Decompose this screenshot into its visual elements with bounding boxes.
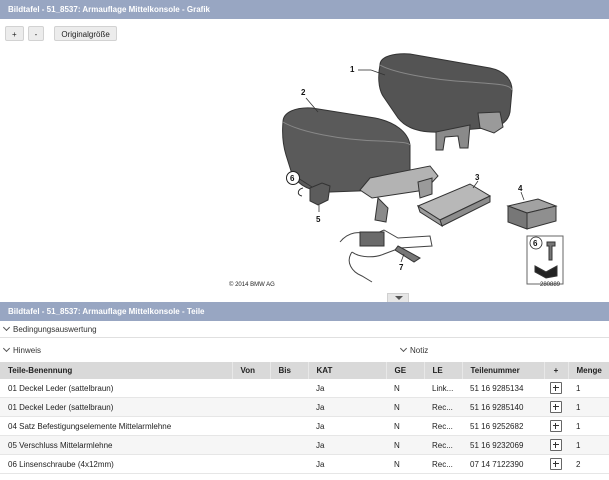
column-header-part-number[interactable]: Teilenummer xyxy=(462,362,545,379)
add-to-cart-icon[interactable] xyxy=(550,439,562,451)
part-number-cell: 07 14 7122390 xyxy=(462,454,544,474)
kat-cell: Ja xyxy=(308,454,386,474)
table-row[interactable]: 06 Linsenschraube (4x12mm) Ja N Rec... 0… xyxy=(0,454,609,474)
to-cell xyxy=(270,397,308,417)
conditions-label: Bedingungsauswertung xyxy=(13,325,97,334)
part-name-cell: 06 Linsenschraube (4x12mm) xyxy=(0,454,232,474)
hint-label: Hinweis xyxy=(13,346,42,355)
le-cell: Rec... xyxy=(424,435,462,455)
le-cell: Rec... xyxy=(424,397,462,417)
callout-5[interactable]: 5 xyxy=(316,215,321,224)
to-cell xyxy=(270,416,308,436)
quantity-cell: 1 xyxy=(568,435,609,455)
column-header-le[interactable]: LE xyxy=(424,362,463,379)
column-header-quantity[interactable]: Menge xyxy=(568,362,609,379)
part-name-cell: 05 Verschluss Mittelarmlehne xyxy=(0,435,232,455)
column-header-ge[interactable]: GE xyxy=(386,362,425,379)
parts-diagram[interactable]: 1 2 3 4 5 6 6 7 © 2014 BMW AG 280889 xyxy=(0,19,609,293)
kat-cell: Ja xyxy=(308,416,386,436)
cable-7 xyxy=(339,229,433,283)
callout-1[interactable]: 1 xyxy=(350,65,355,74)
to-cell xyxy=(270,379,308,398)
add-to-cart-icon[interactable] xyxy=(550,458,562,470)
ge-cell: N xyxy=(386,397,424,417)
parts-panel-title: Bildtafel - 51_8537: Armauflage Mittelko… xyxy=(0,302,609,321)
chevron-down-icon xyxy=(399,344,408,353)
ge-cell: N xyxy=(386,416,424,436)
le-cell: Link... xyxy=(424,379,462,398)
add-to-cart-icon[interactable] xyxy=(550,382,562,394)
column-header-to[interactable]: Bis xyxy=(270,362,309,379)
part-number-cell: 51 16 9232069 xyxy=(462,435,544,455)
part-name-cell: 04 Satz Befestigungselemente Mittelarmle… xyxy=(0,416,232,436)
quantity-cell: 2 xyxy=(568,454,609,474)
ge-cell: N xyxy=(386,454,424,474)
copyright-text: © 2014 BMW AG xyxy=(229,281,275,288)
column-header-kat[interactable]: KAT xyxy=(308,362,387,379)
callout-6[interactable]: 6 xyxy=(290,174,295,183)
quantity-cell: 1 xyxy=(568,416,609,436)
column-header-from[interactable]: Von xyxy=(232,362,271,379)
column-header-add[interactable]: + xyxy=(544,362,569,379)
ge-cell: N xyxy=(386,435,424,455)
ge-cell: N xyxy=(386,379,424,398)
part-name-cell: 01 Deckel Leder (sattelbraun) xyxy=(0,397,232,417)
from-cell xyxy=(232,435,270,455)
part-number-cell: 51 16 9285140 xyxy=(462,397,544,417)
table-row[interactable]: 05 Verschluss Mittelarmlehne Ja N Rec...… xyxy=(0,435,609,455)
callout-7[interactable]: 7 xyxy=(399,263,404,272)
le-cell: Rec... xyxy=(424,454,462,474)
callout-2[interactable]: 2 xyxy=(301,88,306,97)
part-number-cell: 51 16 9285134 xyxy=(462,379,544,398)
from-cell xyxy=(232,416,270,436)
kat-cell: Ja xyxy=(308,397,386,417)
part-number-cell: 51 16 9252682 xyxy=(462,416,544,436)
table-row[interactable]: 04 Satz Befestigungselemente Mittelarmle… xyxy=(0,416,609,436)
hint-note-filter-row: Hinweis Notiz xyxy=(0,344,609,358)
kat-cell: Ja xyxy=(308,435,386,455)
to-cell xyxy=(270,454,308,474)
to-cell xyxy=(270,435,308,455)
conditions-toggle[interactable]: Bedingungsauswertung xyxy=(2,323,97,337)
callout-4[interactable]: 4 xyxy=(518,184,523,193)
chevron-down-icon xyxy=(395,296,403,300)
le-cell: Rec... xyxy=(424,416,462,436)
callout-6-screw[interactable]: 6 xyxy=(533,239,538,248)
from-cell xyxy=(232,397,270,417)
quantity-cell: 1 xyxy=(568,379,609,398)
table-header-row: Teile-Benennung Von Bis KAT GE LE Teilen… xyxy=(0,362,609,379)
add-to-cart-icon[interactable] xyxy=(550,401,562,413)
parts-table: Teile-Benennung Von Bis KAT GE LE Teilen… xyxy=(0,362,609,474)
from-cell xyxy=(232,454,270,474)
callout-3[interactable]: 3 xyxy=(475,173,480,182)
conditions-filter-row: Bedingungsauswertung xyxy=(0,323,609,338)
image-number: 280889 xyxy=(540,282,561,288)
note-toggle[interactable]: Notiz xyxy=(399,344,428,358)
kat-cell: Ja xyxy=(308,379,386,398)
column-header-name[interactable]: Teile-Benennung xyxy=(0,362,233,379)
latch-5 xyxy=(309,182,331,206)
chevron-down-icon xyxy=(2,344,11,353)
table-row[interactable]: 01 Deckel Leder (sattelbraun) Ja N Link.… xyxy=(0,379,609,398)
graphic-panel-title: Bildtafel - 51_8537: Armauflage Mittelko… xyxy=(0,0,609,19)
hint-toggle[interactable]: Hinweis xyxy=(2,344,41,358)
add-to-cart-icon[interactable] xyxy=(550,420,562,432)
from-cell xyxy=(232,379,270,398)
table-row[interactable]: 01 Deckel Leder (sattelbraun) Ja N Rec..… xyxy=(0,397,609,417)
chevron-down-icon xyxy=(2,323,11,332)
note-label: Notiz xyxy=(410,346,429,355)
collapse-graphic-toggle[interactable] xyxy=(387,293,409,302)
part-name-cell: 01 Deckel Leder (sattelbraun) xyxy=(0,379,232,398)
quantity-cell: 1 xyxy=(568,397,609,417)
